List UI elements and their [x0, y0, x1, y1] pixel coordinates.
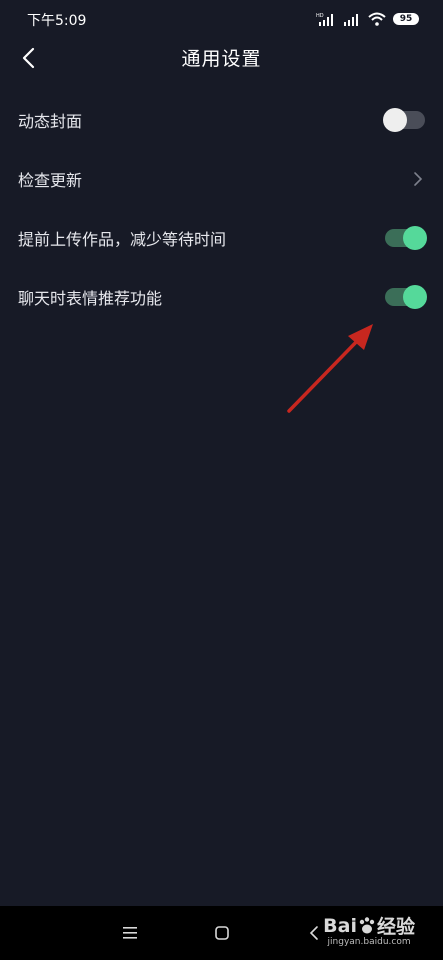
pre-upload-toggle[interactable]	[385, 225, 427, 250]
navigation-bar: Bai 经验 jingyan.baidu.com	[0, 906, 443, 960]
watermark-logo: Bai 经验	[323, 912, 415, 939]
setting-dynamic-cover[interactable]: 动态封面	[0, 90, 443, 149]
setting-label: 提前上传作品，减少等待时间	[18, 229, 227, 249]
chevron-left-icon	[309, 926, 318, 940]
status-icons: HD 95	[316, 10, 419, 28]
svg-text:HD: HD	[316, 13, 324, 19]
menu-icon	[123, 927, 137, 939]
square-icon	[215, 926, 229, 940]
menu-button[interactable]	[118, 921, 142, 945]
dynamic-cover-toggle[interactable]	[383, 107, 425, 132]
status-time: 下午5:09	[27, 13, 87, 29]
settings-list: 动态封面 检查更新 提前上传作品，减少等待时间 聊天时表情推荐功能	[0, 90, 443, 326]
setting-pre-upload[interactable]: 提前上传作品，减少等待时间	[0, 208, 443, 267]
setting-label: 聊天时表情推荐功能	[18, 288, 163, 308]
watermark: Bai 经验 jingyan.baidu.com	[323, 912, 415, 948]
watermark-url: jingyan.baidu.com	[327, 937, 411, 947]
watermark-brand-suffix: 经验	[376, 916, 415, 938]
setting-check-update[interactable]: 检查更新	[0, 149, 443, 208]
signal-icon	[344, 14, 358, 26]
watermark-brand: Bai	[323, 914, 357, 937]
page-title: 通用设置	[181, 48, 262, 70]
wifi-icon	[368, 12, 386, 26]
toggle-knob	[383, 107, 407, 132]
setting-label: 检查更新	[18, 170, 83, 190]
status-bar: 下午5:09 HD 95	[0, 0, 443, 38]
battery-indicator: 95	[393, 13, 419, 25]
paw-icon	[359, 916, 375, 933]
toggle-knob	[403, 225, 427, 250]
header: 通用设置	[0, 38, 443, 78]
toggle-knob	[403, 284, 427, 309]
chevron-right-icon[interactable]	[413, 171, 423, 187]
hd-signal-icon: HD	[316, 13, 333, 26]
home-button[interactable]	[210, 921, 234, 945]
setting-label: 动态封面	[18, 111, 83, 131]
setting-emoji-recommend[interactable]: 聊天时表情推荐功能	[0, 267, 443, 326]
emoji-recommend-toggle[interactable]	[385, 284, 427, 309]
